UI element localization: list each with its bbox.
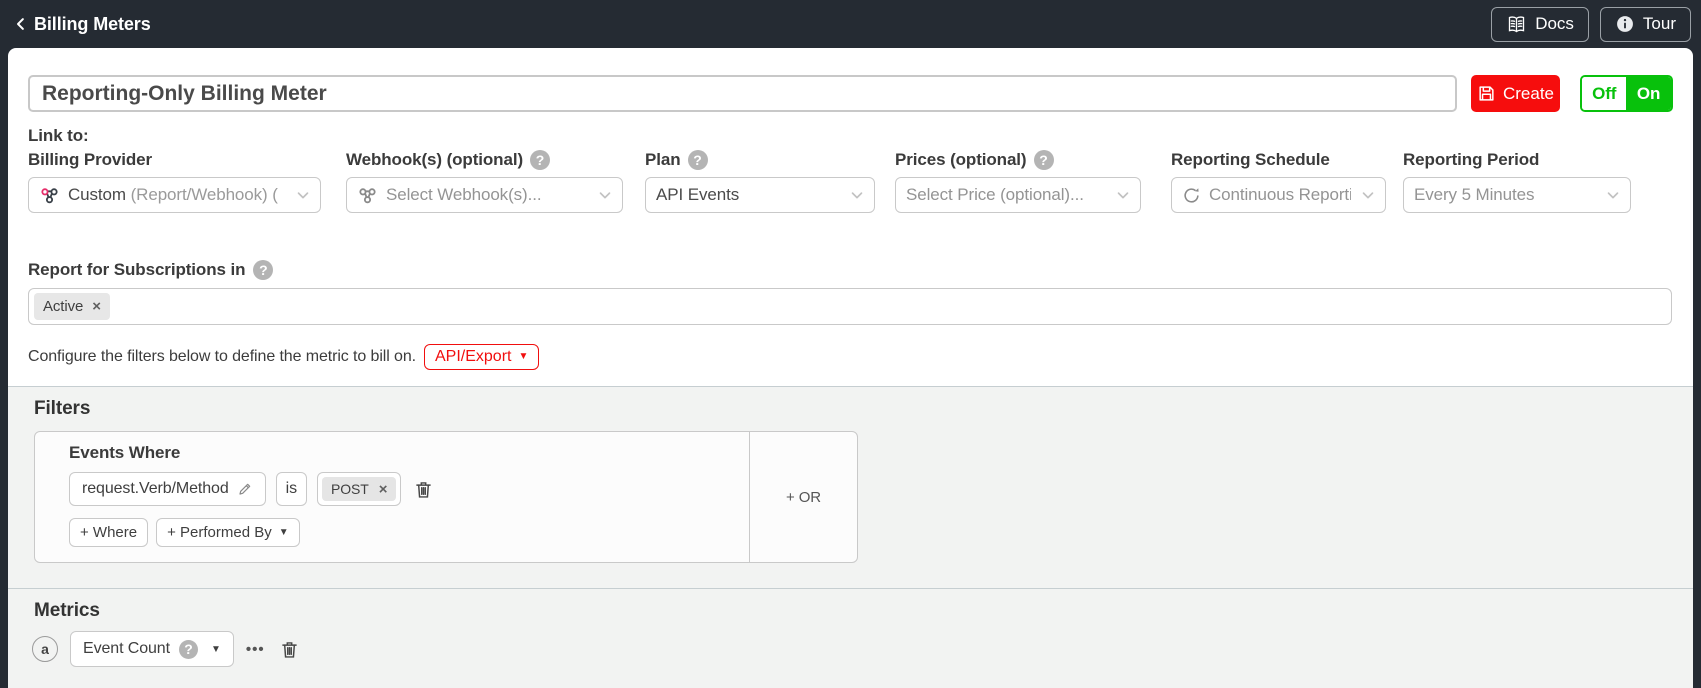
billing-provider-label: Billing Provider xyxy=(28,150,153,169)
toggle-on-option[interactable]: On xyxy=(1626,77,1671,110)
reporting-period-select[interactable]: Every 5 Minutes xyxy=(1403,177,1631,213)
close-icon[interactable]: × xyxy=(379,482,388,497)
chevron-down-icon xyxy=(1359,186,1377,204)
add-performed-by-button[interactable]: + Performed By ▼ xyxy=(156,518,300,547)
plan-field: Plan ? API Events xyxy=(645,149,875,213)
meter-name-input[interactable] xyxy=(28,75,1457,112)
billing-provider-field: Billing Provider Custom (Report/Webhook)… xyxy=(28,149,321,213)
webhook-icon xyxy=(357,185,378,206)
chevron-left-icon xyxy=(12,15,30,33)
tour-button[interactable]: Tour xyxy=(1599,6,1691,42)
billing-provider-select[interactable]: Custom (Report/Webhook) ( xyxy=(28,177,321,213)
enabled-toggle: Off On xyxy=(1580,75,1673,112)
help-icon[interactable]: ? xyxy=(1033,150,1054,170)
webhook-icon xyxy=(39,185,60,206)
back-to-billing-meters-link[interactable]: Billing Meters xyxy=(12,14,151,35)
reporting-schedule-label: Reporting Schedule xyxy=(1171,150,1330,169)
filter-operator-button[interactable]: is xyxy=(275,472,307,506)
add-or-button[interactable]: + OR xyxy=(749,432,857,562)
chevron-down-icon xyxy=(294,186,312,204)
prices-placeholder: Select Price (optional)... xyxy=(906,185,1084,204)
webhooks-field: Webhook(s) (optional) ? Select Webhook(s… xyxy=(346,149,623,213)
docs-button[interactable]: Docs xyxy=(1491,6,1589,42)
plan-value: API Events xyxy=(656,185,740,204)
billing-provider-value: Custom xyxy=(68,185,126,204)
metric-type-value: Event Count xyxy=(83,640,170,657)
prices-select[interactable]: Select Price (optional)... xyxy=(895,177,1141,213)
billing-meter-editor-card: Create Off On Link to: Billing Provider xyxy=(8,48,1693,688)
api-export-button[interactable]: API/Export ▼ xyxy=(424,344,540,370)
plan-label: Plan ? xyxy=(645,149,875,171)
plan-select[interactable]: API Events xyxy=(645,177,875,213)
create-button[interactable]: Create xyxy=(1470,75,1561,112)
caret-down-icon: ▼ xyxy=(210,643,221,655)
chevron-down-icon xyxy=(596,186,614,204)
help-icon[interactable]: ? xyxy=(253,260,274,280)
back-link-label: Billing Meters xyxy=(34,13,151,34)
metric-more-options-button[interactable]: ••• xyxy=(246,641,265,658)
filter-value-input[interactable]: POST × xyxy=(317,472,402,506)
filter-field-button[interactable]: request.Verb/Method xyxy=(69,472,266,506)
delete-filter-button[interactable] xyxy=(411,477,436,502)
events-where-title: Events Where xyxy=(69,443,181,462)
metric-badge: a xyxy=(32,636,58,662)
webhooks-label: Webhook(s) (optional) ? xyxy=(346,149,623,171)
tour-button-label: Tour xyxy=(1642,14,1676,33)
billing-provider-hint: (Report/Webhook) ( xyxy=(130,185,278,204)
filters-section: Filters Events Where request.Verb/Method… xyxy=(8,386,1693,588)
reporting-schedule-value: Continuous Reporting xyxy=(1209,185,1351,204)
filter-group: Events Where request.Verb/Method is POST… xyxy=(34,431,858,563)
top-navbar: Billing Meters Docs Tour xyxy=(0,0,1701,48)
prices-label: Prices (optional) ? xyxy=(895,149,1141,171)
metric-type-select[interactable]: Event Count ? ▼ xyxy=(70,631,234,667)
chevron-down-icon xyxy=(1604,186,1622,204)
subscriptions-label: Report for Subscriptions in ? xyxy=(28,260,1673,280)
help-icon[interactable]: ? xyxy=(178,639,198,659)
edit-icon xyxy=(237,481,253,497)
webhooks-select[interactable]: Select Webhook(s)... xyxy=(346,177,623,213)
subscription-states-input[interactable]: Active × xyxy=(28,288,1672,325)
trash-icon xyxy=(279,639,300,660)
reporting-period-label: Reporting Period xyxy=(1403,150,1540,169)
help-icon[interactable]: ? xyxy=(530,150,551,170)
trash-icon xyxy=(413,479,434,500)
add-where-button[interactable]: + Where xyxy=(69,518,149,547)
delete-metric-button[interactable] xyxy=(277,637,302,662)
book-icon xyxy=(1506,14,1527,35)
webhooks-placeholder: Select Webhook(s)... xyxy=(386,185,542,204)
docs-button-label: Docs xyxy=(1535,14,1574,33)
info-icon xyxy=(1615,14,1635,34)
metrics-section: Metrics a Event Count ? ▼ ••• xyxy=(8,588,1693,688)
save-icon xyxy=(1477,84,1496,103)
api-export-label: API/Export xyxy=(435,348,512,365)
chevron-down-icon xyxy=(848,186,866,204)
create-button-label: Create xyxy=(1502,83,1555,103)
reporting-schedule-field: Reporting Schedule Continuous Reporting xyxy=(1171,149,1386,213)
filters-heading: Filters xyxy=(34,398,91,419)
chevron-down-icon xyxy=(1114,186,1132,204)
continuous-sync-icon xyxy=(1182,186,1201,205)
close-icon[interactable]: × xyxy=(92,299,101,314)
prices-field: Prices (optional) ? Select Price (option… xyxy=(895,149,1141,213)
reporting-schedule-select[interactable]: Continuous Reporting xyxy=(1171,177,1386,213)
reporting-period-field: Reporting Period Every 5 Minutes xyxy=(1403,149,1631,213)
filter-value-tag: POST × xyxy=(322,477,397,501)
tag-label: Active xyxy=(43,298,84,315)
toggle-off-option[interactable]: Off xyxy=(1582,77,1627,110)
configure-hint-text: Configure the filters below to define th… xyxy=(28,348,416,365)
subscription-state-tag: Active × xyxy=(34,293,110,320)
caret-down-icon: ▼ xyxy=(518,351,529,362)
help-icon[interactable]: ? xyxy=(687,150,708,170)
reporting-period-value: Every 5 Minutes xyxy=(1414,185,1535,204)
link-to-heading: Link to: xyxy=(28,126,89,145)
metrics-heading: Metrics xyxy=(34,600,100,621)
caret-down-icon: ▼ xyxy=(278,526,289,538)
